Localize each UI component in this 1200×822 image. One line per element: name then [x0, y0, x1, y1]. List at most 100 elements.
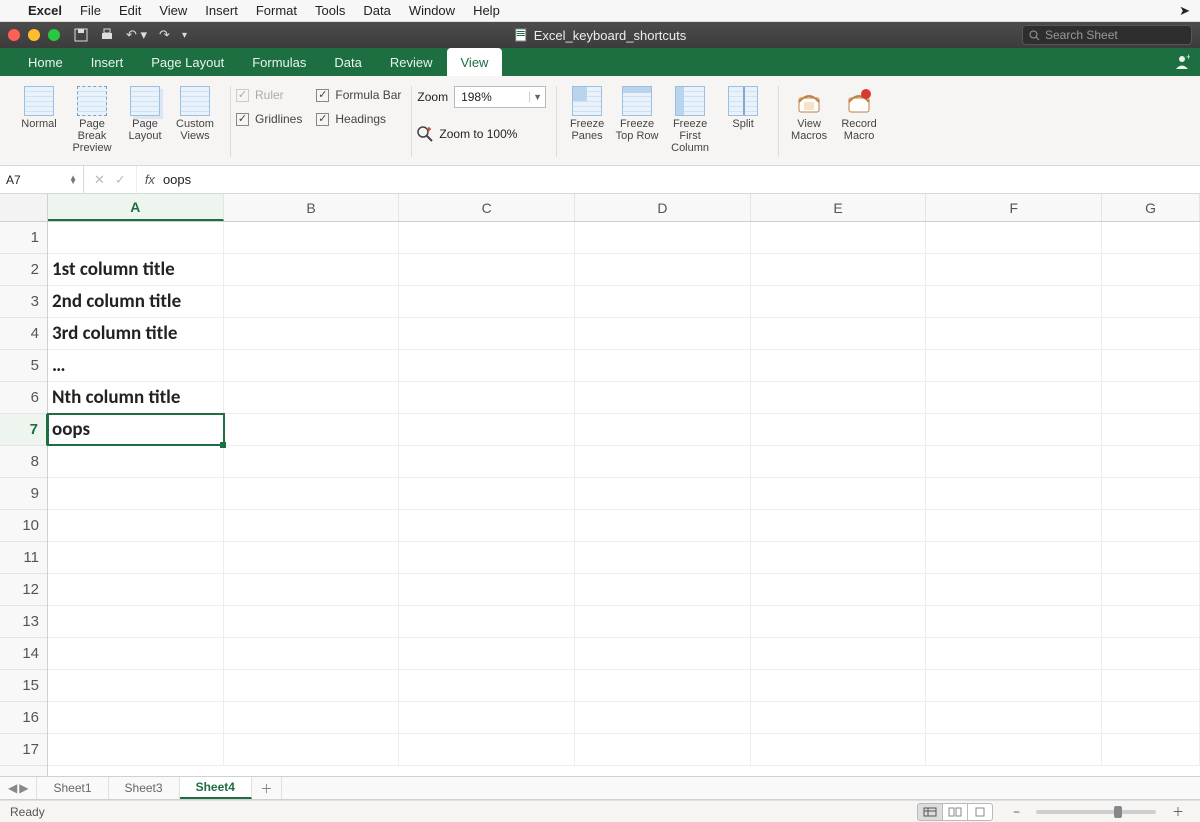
cell-B15[interactable]	[224, 670, 400, 701]
zoom-window-button[interactable]	[48, 29, 60, 41]
cell-F15[interactable]	[926, 670, 1102, 701]
cell-B6[interactable]	[224, 382, 400, 413]
cell-C16[interactable]	[399, 702, 575, 733]
row-header-8[interactable]: 8	[0, 446, 47, 478]
row-header-15[interactable]: 15	[0, 670, 47, 702]
sheet-tab-sheet4[interactable]: Sheet4	[180, 777, 252, 799]
row-header-7[interactable]: 7	[0, 414, 48, 446]
cell-B5[interactable]	[224, 350, 400, 381]
cell-C5[interactable]	[399, 350, 575, 381]
row-header-6[interactable]: 6	[0, 382, 47, 414]
zoom-in-button[interactable]: ＋	[1166, 803, 1190, 820]
cell-F7[interactable]	[926, 414, 1102, 445]
qat-redo-icon[interactable]: ↷	[159, 27, 170, 43]
column-header-F[interactable]: F	[926, 194, 1102, 221]
row-header-2[interactable]: 2	[0, 254, 47, 286]
cell-F11[interactable]	[926, 542, 1102, 573]
cell-B10[interactable]	[224, 510, 400, 541]
cell-A14[interactable]	[48, 638, 224, 669]
cell-D10[interactable]	[575, 510, 751, 541]
cell-E10[interactable]	[751, 510, 927, 541]
cell-A9[interactable]	[48, 478, 224, 509]
zoom-100-button[interactable]: Zoom to 100%	[417, 116, 517, 142]
cell-E17[interactable]	[751, 734, 927, 765]
cell-C9[interactable]	[399, 478, 575, 509]
chevron-down-icon[interactable]: ▼	[529, 92, 545, 102]
cell-E15[interactable]	[751, 670, 927, 701]
menu-window[interactable]: Window	[409, 3, 455, 18]
cell-D12[interactable]	[575, 574, 751, 605]
freeze-top-row-button[interactable]: Freeze Top Row	[612, 82, 662, 142]
cell-A5[interactable]: …	[48, 350, 224, 381]
cell-F17[interactable]	[926, 734, 1102, 765]
sheet-tab-sheet1[interactable]: Sheet1	[37, 777, 108, 799]
cell-C3[interactable]	[399, 286, 575, 317]
sheet-tab-sheet3[interactable]: Sheet3	[109, 777, 180, 799]
page-layout-toggle[interactable]	[942, 803, 968, 821]
cell-D14[interactable]	[575, 638, 751, 669]
cell-E16[interactable]	[751, 702, 927, 733]
accept-formula-icon[interactable]: ✓	[115, 172, 126, 188]
cell-A2[interactable]: 1st column title	[48, 254, 224, 285]
cell-C1[interactable]	[399, 222, 575, 253]
tab-review[interactable]: Review	[376, 48, 447, 76]
cell-F1[interactable]	[926, 222, 1102, 253]
cell-A12[interactable]	[48, 574, 224, 605]
row-header-13[interactable]: 13	[0, 606, 47, 638]
cell-G10[interactable]	[1102, 510, 1200, 541]
share-button[interactable]: +	[1164, 48, 1200, 76]
row-header-9[interactable]: 9	[0, 478, 47, 510]
add-sheet-button[interactable]: ＋	[252, 777, 282, 799]
row-header-16[interactable]: 16	[0, 702, 47, 734]
cell-D5[interactable]	[575, 350, 751, 381]
cell-B14[interactable]	[224, 638, 400, 669]
cell-D6[interactable]	[575, 382, 751, 413]
cell-A6[interactable]: Nth column title	[48, 382, 224, 413]
cell-D17[interactable]	[575, 734, 751, 765]
cell-F9[interactable]	[926, 478, 1102, 509]
cell-E3[interactable]	[751, 286, 927, 317]
cancel-formula-icon[interactable]: ✕	[94, 172, 105, 188]
row-header-3[interactable]: 3	[0, 286, 47, 318]
cell-A4[interactable]: 3rd column title	[48, 318, 224, 349]
custom-views-button[interactable]: Custom Views	[170, 82, 220, 142]
cell-F5[interactable]	[926, 350, 1102, 381]
location-icon[interactable]: ➤	[1179, 3, 1190, 19]
cell-A16[interactable]	[48, 702, 224, 733]
cell-E7[interactable]	[751, 414, 927, 445]
search-sheet-input[interactable]: Search Sheet	[1022, 25, 1192, 45]
select-all-corner[interactable]	[0, 194, 48, 222]
zoom-slider[interactable]	[1036, 810, 1156, 814]
cell-F8[interactable]	[926, 446, 1102, 477]
cell-B16[interactable]	[224, 702, 400, 733]
cell-C11[interactable]	[399, 542, 575, 573]
cell-G12[interactable]	[1102, 574, 1200, 605]
worksheet-area[interactable]: ABCDEFG 1234567891011121314151617 1st co…	[0, 194, 1200, 776]
cell-C15[interactable]	[399, 670, 575, 701]
qat-undo-icon[interactable]: ↶ ▾	[126, 27, 147, 43]
cell-A1[interactable]	[48, 222, 224, 253]
cell-E11[interactable]	[751, 542, 927, 573]
cell-A10[interactable]	[48, 510, 224, 541]
column-header-G[interactable]: G	[1102, 194, 1200, 221]
cell-B17[interactable]	[224, 734, 400, 765]
cell-E1[interactable]	[751, 222, 927, 253]
cell-G8[interactable]	[1102, 446, 1200, 477]
cell-D11[interactable]	[575, 542, 751, 573]
page-layout-button[interactable]: Page Layout	[120, 82, 170, 142]
cell-G4[interactable]	[1102, 318, 1200, 349]
cell-G15[interactable]	[1102, 670, 1200, 701]
cell-G17[interactable]	[1102, 734, 1200, 765]
cell-B11[interactable]	[224, 542, 400, 573]
cell-E12[interactable]	[751, 574, 927, 605]
record-macro-button[interactable]: Record Macro	[834, 82, 884, 142]
column-header-C[interactable]: C	[399, 194, 575, 221]
menu-view[interactable]: View	[159, 3, 187, 18]
tab-insert[interactable]: Insert	[77, 48, 138, 76]
cell-E13[interactable]	[751, 606, 927, 637]
column-header-D[interactable]: D	[575, 194, 751, 221]
row-header-11[interactable]: 11	[0, 542, 47, 574]
menu-format[interactable]: Format	[256, 3, 297, 18]
cell-G6[interactable]	[1102, 382, 1200, 413]
cell-E8[interactable]	[751, 446, 927, 477]
